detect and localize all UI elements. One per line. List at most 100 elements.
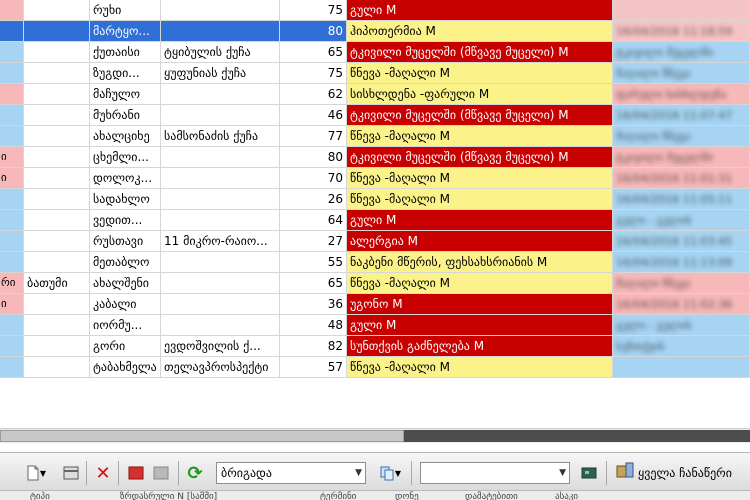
time-cell: ტკივილი მუცელში: [613, 42, 750, 63]
region-cell: [24, 21, 90, 42]
time-cell: გული - გულის: [613, 315, 750, 336]
row-indicator: [0, 315, 24, 336]
diagnosis-cell: გული M: [347, 315, 613, 336]
village-cell: სადახლო: [90, 189, 161, 210]
street-cell: სამსონაძის ქუჩა: [161, 126, 280, 147]
scrollbar-right-area[interactable]: [404, 430, 750, 442]
region-cell: [24, 294, 90, 315]
table-row[interactable]: ი ცხემლი... 80 ტკივილი მუცელში (მწვავე მუცე…: [0, 147, 750, 168]
row-indicator: ი: [0, 147, 24, 168]
time-cell: 16/04/2016 11:05:11: [613, 189, 750, 210]
calls-grid[interactable]: რუხი 75 გული M მარტყო... 80 ჰიპოთერმია M 16/04…: [0, 0, 750, 392]
region-cell: [24, 315, 90, 336]
time-cell-text: გული - გულის: [616, 319, 692, 332]
time-cell: სუნთქვის: [613, 336, 750, 357]
street-cell: ტყიბულის ქუჩა: [161, 42, 280, 63]
brigade-dropdown-value: ბრიგადა: [221, 466, 272, 480]
village-cell: ახალციხე: [90, 126, 161, 147]
time-cell-text: გული - გულის: [616, 214, 692, 227]
age-cell: 80: [280, 147, 347, 168]
region-cell: [24, 147, 90, 168]
row-indicator: [0, 84, 24, 105]
row-indicator: [0, 63, 24, 84]
toolbar-separator: [178, 461, 179, 485]
region-cell: [24, 105, 90, 126]
region-cell: [24, 84, 90, 105]
time-cell-text: 16/04/2016 11:18:59: [616, 25, 733, 38]
age-cell-text: 26: [327, 192, 343, 206]
table-row[interactable]: ზუგდი... ყუფუნიას ქუჩა 75 წნევა -მაღალი M მა…: [0, 63, 750, 84]
village-cell: იორმუ...: [90, 315, 161, 336]
row-indicator: [0, 126, 24, 147]
table-row[interactable]: სადახლო 26 წნევა -მაღალი M 16/04/2016 11:05…: [0, 189, 750, 210]
refresh-icon[interactable]: ⟳: [184, 462, 206, 484]
table-row[interactable]: ვედით... 64 გული M გული - გულის: [0, 210, 750, 231]
street-cell: [161, 147, 280, 168]
diagnosis-cell: წნევა -მაღალი M: [347, 189, 613, 210]
diagnosis-cell: უგონო M: [347, 294, 613, 315]
age-cell-text: 64: [327, 213, 343, 227]
age-cell: 65: [280, 273, 347, 294]
row-indicator-text: ი: [1, 297, 7, 310]
diagnosis-cell-text: ალერგია M: [350, 234, 418, 248]
table-row[interactable]: ი დოლოკ... 70 წნევა -მაღალი M 16/04/2016 11:…: [0, 168, 750, 189]
village-cell-text: დოლოკ...: [93, 171, 153, 185]
table-row[interactable]: ქუთაისი ტყიბულის ქუჩა 65 ტკივილი მუცელში (მ…: [0, 42, 750, 63]
new-dropdown-arrow-icon[interactable]: ▼: [38, 462, 48, 484]
table-row[interactable]: რი ბათუმი ახალშენი 65 წნევა -მაღალი M მაღალი …: [0, 273, 750, 294]
window-icon[interactable]: [60, 462, 82, 484]
village-cell: ახალშენი: [90, 273, 161, 294]
table-row[interactable]: მაჩულო 62 სისხლდენა -ფარული M ფარული სისხლდ…: [0, 84, 750, 105]
table-row[interactable]: რუსთავი 11 მიკრო-რაიო... 27 ალერგია M 16/04/…: [0, 231, 750, 252]
scrollbar-thumb[interactable]: [0, 430, 404, 442]
age-cell-text: 36: [327, 297, 343, 311]
copy-dropdown-arrow-icon[interactable]: ▼: [393, 462, 403, 484]
table-row[interactable]: ტაბახმელა თელავპროსპექტი 57 წნევა -მაღალი M: [0, 357, 750, 378]
table-row[interactable]: გორი ევდოშვილის ქ... 82 სუნთქვის გაძნელება …: [0, 336, 750, 357]
table-row[interactable]: რუხი 75 გული M: [0, 0, 750, 21]
table-row[interactable]: ი კაბალი 36 უგონო M 16/04/2016 11:02:36: [0, 294, 750, 315]
village-cell-text: სადახლო: [93, 192, 150, 206]
street-cell: [161, 189, 280, 210]
table-row[interactable]: მეთაბლო 55 ნაკბენი მწერის, ფეხსახსრიანის M…: [0, 252, 750, 273]
brigade-dropdown[interactable]: ბრიგადა ▼: [216, 462, 366, 484]
row-indicator: [0, 210, 24, 231]
village-cell: მეთაბლო: [90, 252, 161, 273]
toolbar-separator: [118, 461, 119, 485]
village-cell-text: ტაბახმელა: [93, 360, 157, 374]
diagnosis-cell: ალერგია M: [347, 231, 613, 252]
filter-dropdown[interactable]: ▼: [420, 462, 570, 484]
diagnosis-cell: ტკივილი მუცელში (მწვავე მუცელი) M: [347, 42, 613, 63]
age-cell-text: 80: [327, 150, 343, 164]
diagnosis-cell-text: წნევა -მაღალი M: [350, 171, 451, 185]
village-cell-text: ვედით...: [93, 213, 143, 227]
table-row[interactable]: ახალციხე სამსონაძის ქუჩა 77 წნევა -მაღალი M…: [0, 126, 750, 147]
time-cell: 16/04/2016 11:01:31: [613, 168, 750, 189]
table-row[interactable]: მუხრანი 46 ტკივილი მუცელში (მწვავე მუცელი)…: [0, 105, 750, 126]
time-cell: ფარული სისხლდენა: [613, 84, 750, 105]
diagnosis-cell-text: ტკივილი მუცელში (მწვავე მუცელი) M: [350, 108, 569, 122]
gray-stop-icon[interactable]: [150, 462, 172, 484]
village-cell: გორი: [90, 336, 161, 357]
region-cell: [24, 168, 90, 189]
all-records-button[interactable]: ყველა ჩანაწერი: [616, 462, 732, 484]
diagnosis-cell: გული M: [347, 0, 613, 21]
delete-icon[interactable]: ✕: [92, 462, 114, 484]
village-cell-text: გორი: [93, 339, 126, 353]
diagnosis-cell-text: წნევა -მაღალი M: [350, 129, 451, 143]
horizontal-scrollbar[interactable]: [0, 428, 750, 443]
table-row[interactable]: მარტყო... 80 ჰიპოთერმია M 16/04/2016 11:18:…: [0, 21, 750, 42]
diagnosis-cell-text: ტკივილი მუცელში (მწვავე მუცელი) M: [350, 45, 569, 59]
time-cell-text: ტკივილი მუცელში: [616, 151, 714, 164]
village-cell: მარტყო...: [90, 21, 161, 42]
red-stop-icon[interactable]: [125, 462, 147, 484]
region-cell: [24, 42, 90, 63]
monitor-icon[interactable]: [578, 462, 600, 484]
age-cell-text: 77: [327, 129, 343, 143]
row-indicator: ი: [0, 294, 24, 315]
age-cell-text: 75: [327, 66, 343, 80]
table-row[interactable]: იორმუ... 48 გული M გული - გულის: [0, 315, 750, 336]
street-cell: 11 მიკრო-რაიო...: [161, 231, 280, 252]
time-cell-text: მაღალი წნევა: [616, 277, 691, 290]
row-indicator: [0, 189, 24, 210]
